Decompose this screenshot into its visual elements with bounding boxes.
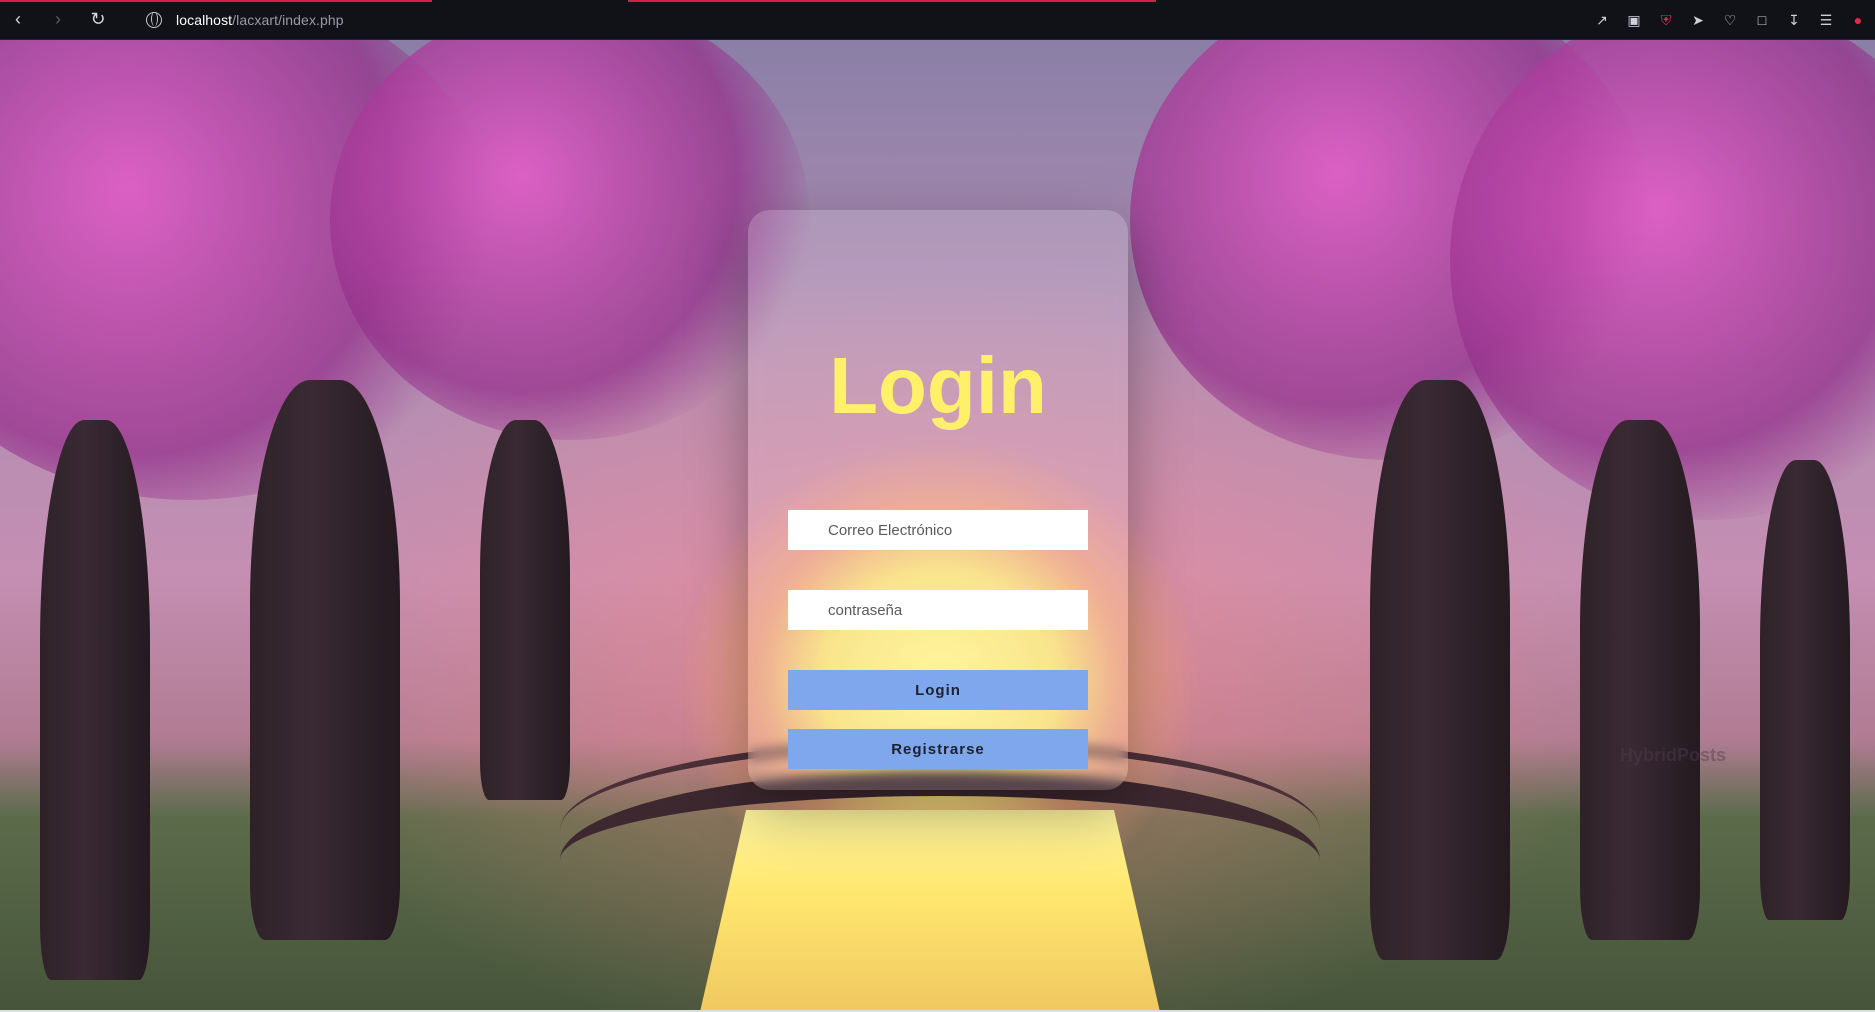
address-bar[interactable]: localhost/lacxart/index.php: [146, 11, 344, 28]
tree-trunk: [1580, 420, 1700, 940]
tree-trunk: [250, 380, 400, 940]
profile-icon[interactable]: ●: [1847, 9, 1869, 31]
camera-icon[interactable]: ▣: [1623, 9, 1645, 31]
email-field[interactable]: [788, 510, 1088, 550]
forward-icon[interactable]: ›: [44, 6, 72, 34]
shield-icon[interactable]: ⛨: [1655, 9, 1677, 31]
tab-indicator: [628, 0, 1156, 2]
tree-trunk: [40, 420, 150, 980]
login-card: Login Login Registrarse: [748, 210, 1128, 790]
share-icon[interactable]: ↗: [1591, 9, 1613, 31]
tree-trunk: [1760, 460, 1850, 920]
url-host: localhost: [176, 11, 233, 28]
back-icon[interactable]: ‹: [4, 6, 32, 34]
login-title: Login: [829, 341, 1047, 430]
send-icon[interactable]: ➤: [1687, 9, 1709, 31]
heart-icon[interactable]: ♡: [1719, 9, 1741, 31]
register-button[interactable]: Registrarse: [788, 729, 1088, 769]
password-field[interactable]: [788, 590, 1088, 630]
login-button[interactable]: Login: [788, 670, 1088, 710]
url-text[interactable]: localhost/lacxart/index.php: [176, 12, 344, 28]
reload-icon[interactable]: ↻: [84, 6, 112, 34]
download-icon[interactable]: ↧: [1783, 9, 1805, 31]
tree-trunk: [480, 420, 570, 800]
tab-indicator: [0, 0, 432, 2]
site-info-icon[interactable]: [146, 11, 162, 28]
browser-toolbar: ‹ › ↻ localhost/lacxart/index.php ↗ ▣ ⛨ …: [0, 0, 1875, 40]
watermark: HybridPosts: [1620, 745, 1727, 765]
login-page: HybridPosts Login Login Registrarse: [0, 40, 1875, 1012]
cube-icon[interactable]: □: [1751, 9, 1773, 31]
bridge: [560, 770, 1320, 950]
url-path: /lacxart/index.php: [232, 11, 344, 28]
tree-trunk: [1370, 380, 1510, 960]
menu-icon[interactable]: ☰: [1815, 9, 1837, 31]
